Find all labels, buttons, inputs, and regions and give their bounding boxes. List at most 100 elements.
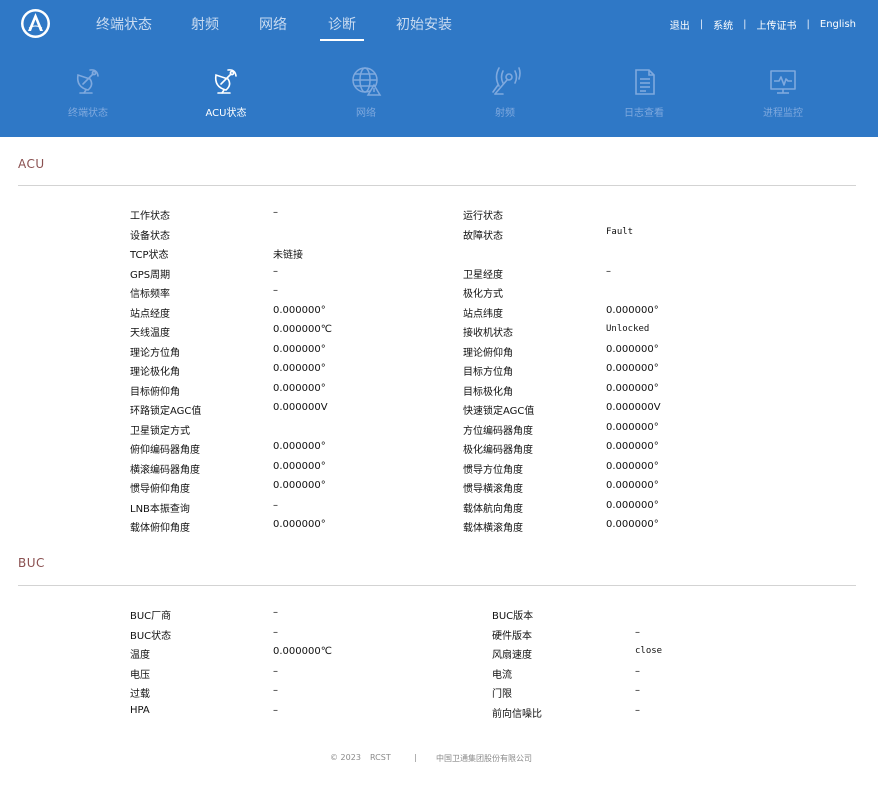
field-value: 0.000000V	[606, 402, 661, 413]
field-label: BUC状态	[130, 630, 172, 642]
subnav-item-process-monitor[interactable]: 进程监控	[738, 65, 828, 119]
tab-rf[interactable]: 射频	[191, 14, 219, 34]
field-value: Unlocked	[606, 324, 650, 334]
field-label: 门限	[492, 689, 512, 700]
field-label: 过载	[130, 689, 150, 700]
buc-divider	[18, 585, 856, 586]
subnav-item-log-view[interactable]: 日志查看	[599, 65, 689, 119]
field-value: 0.000000°	[606, 460, 659, 472]
table-row: 天线温度 0.000000℃ 接收机状态 Unlocked	[0, 324, 878, 343]
field-label: 理论方位角	[130, 347, 180, 359]
subnav-item-acu-status[interactable]: ACU状态	[181, 65, 271, 119]
tab-initial-install[interactable]: 初始安装	[396, 14, 452, 34]
field-value: –	[273, 665, 278, 677]
tab-network[interactable]: 网络	[259, 14, 287, 34]
subnav-label-terminal-status: 终端状态	[68, 108, 108, 119]
field-label: GPS周期	[130, 269, 171, 281]
field-value: –	[273, 499, 278, 511]
tab-diagnostics[interactable]: 诊断	[328, 14, 356, 34]
table-row: LNB本振查询 – 载体航向角度 0.000000°	[0, 500, 878, 519]
field-label: 快速锁定AGC值	[463, 406, 535, 417]
field-label: 环路锁定AGC值	[130, 406, 202, 417]
field-value: –	[273, 607, 278, 618]
active-tab-underline	[320, 39, 364, 41]
system-link[interactable]: 系统	[713, 17, 733, 32]
field-label: 硬件版本	[492, 630, 532, 642]
field-label: 理论极化角	[130, 367, 180, 378]
globe-warning-icon	[352, 67, 382, 96]
field-label: 卫星锁定方式	[130, 425, 190, 437]
field-value: 0.000000℃	[273, 646, 332, 657]
upload-cert-link[interactable]: 上传证书	[757, 17, 797, 32]
field-label: 惯导俯仰角度	[130, 484, 190, 495]
logout-link[interactable]: 退出	[670, 17, 690, 32]
field-value: –	[273, 207, 278, 218]
field-label: 前向信噪比	[492, 708, 542, 720]
field-label: 电流	[492, 669, 512, 681]
field-label: 风扇速度	[492, 650, 532, 661]
field-label: 俯仰编码器角度	[130, 445, 200, 456]
language-link[interactable]: English	[820, 19, 856, 30]
field-value: 0.000000°	[606, 519, 659, 530]
field-value: 0.000000°	[606, 421, 659, 433]
subnav-item-rf[interactable]: 射频	[460, 65, 550, 119]
table-row: TCP状态 未链接	[0, 246, 878, 265]
field-label: 目标俯仰角	[130, 386, 180, 398]
field-label: 电压	[130, 669, 150, 681]
table-row: 信标频率 – 极化方式	[0, 285, 878, 304]
footer-company: 中国卫通集团股份有限公司	[436, 754, 532, 763]
subnav-item-terminal-status[interactable]: 终端状态	[43, 65, 133, 119]
field-value: 0.000000V	[273, 402, 328, 413]
field-label: 设备状态	[130, 230, 170, 242]
field-label: 工作状态	[130, 211, 170, 222]
field-label: 信标频率	[130, 289, 170, 300]
field-label: 理论俯仰角	[463, 347, 513, 359]
field-value: 0.000000°	[606, 499, 659, 511]
field-value: 0.000000°	[273, 382, 326, 394]
logo-icon	[21, 9, 50, 38]
table-row: 过载 – 门限 –	[0, 685, 878, 704]
field-value: 0.000000°	[273, 519, 326, 530]
subnav-item-network[interactable]: 网络	[321, 65, 411, 119]
field-value: 0.000000°	[606, 363, 659, 374]
satellite-dish-icon	[214, 69, 237, 94]
acu-section-title: ACU	[18, 157, 45, 171]
field-value: 0.000000°	[273, 363, 326, 374]
field-value: Fault	[606, 226, 634, 237]
field-label: 极化编码器角度	[463, 445, 533, 456]
top-header: 终端状态 射频 网络 诊断 初始安装 退出 | 系统 | 上传证书 | Engl…	[0, 0, 878, 137]
field-value: –	[606, 265, 611, 277]
field-value: –	[273, 685, 278, 696]
table-row: BUC厂商 – BUC版本	[0, 607, 878, 626]
field-label: 方位编码器角度	[463, 425, 533, 437]
field-value: –	[635, 665, 640, 677]
field-label: 站点纬度	[463, 308, 503, 320]
satellite-dish-icon	[76, 69, 99, 94]
company-logo[interactable]	[20, 8, 51, 39]
table-row: GPS周期 – 卫星经度 –	[0, 266, 878, 285]
subnav-label-rf: 射频	[495, 108, 515, 119]
field-label: 运行状态	[463, 211, 503, 222]
field-label: 温度	[130, 650, 150, 661]
field-value: 0.000000°	[273, 343, 326, 355]
field-value: –	[635, 685, 640, 696]
field-value: 0.000000°	[606, 304, 659, 316]
table-row: 站点经度 0.000000° 站点纬度 0.000000°	[0, 305, 878, 324]
field-value: 0.000000°	[273, 304, 326, 316]
field-label: 接收机状态	[463, 328, 513, 339]
monitor-chart-icon	[770, 70, 796, 94]
header-links: 退出 | 系统 | 上传证书 | English	[670, 17, 856, 32]
field-value: –	[635, 626, 640, 638]
signal-antenna-icon	[492, 67, 521, 95]
table-row: 电压 – 电流 –	[0, 666, 878, 685]
field-value: –	[635, 704, 640, 716]
footer-separator: |	[414, 753, 417, 762]
table-row: 设备状态 故障状态 Fault	[0, 227, 878, 246]
table-row: 理论极化角 0.000000° 目标方位角 0.000000°	[0, 363, 878, 382]
sub-nav: 终端状态 ACU状态 网络 射频 日志查看 进程监控	[0, 65, 878, 125]
field-label: 载体横滚角度	[463, 523, 523, 534]
tab-terminal-status[interactable]: 终端状态	[96, 14, 152, 34]
field-label: TCP状态	[130, 250, 169, 261]
subnav-label-network: 网络	[356, 108, 376, 119]
field-value: –	[273, 285, 278, 296]
